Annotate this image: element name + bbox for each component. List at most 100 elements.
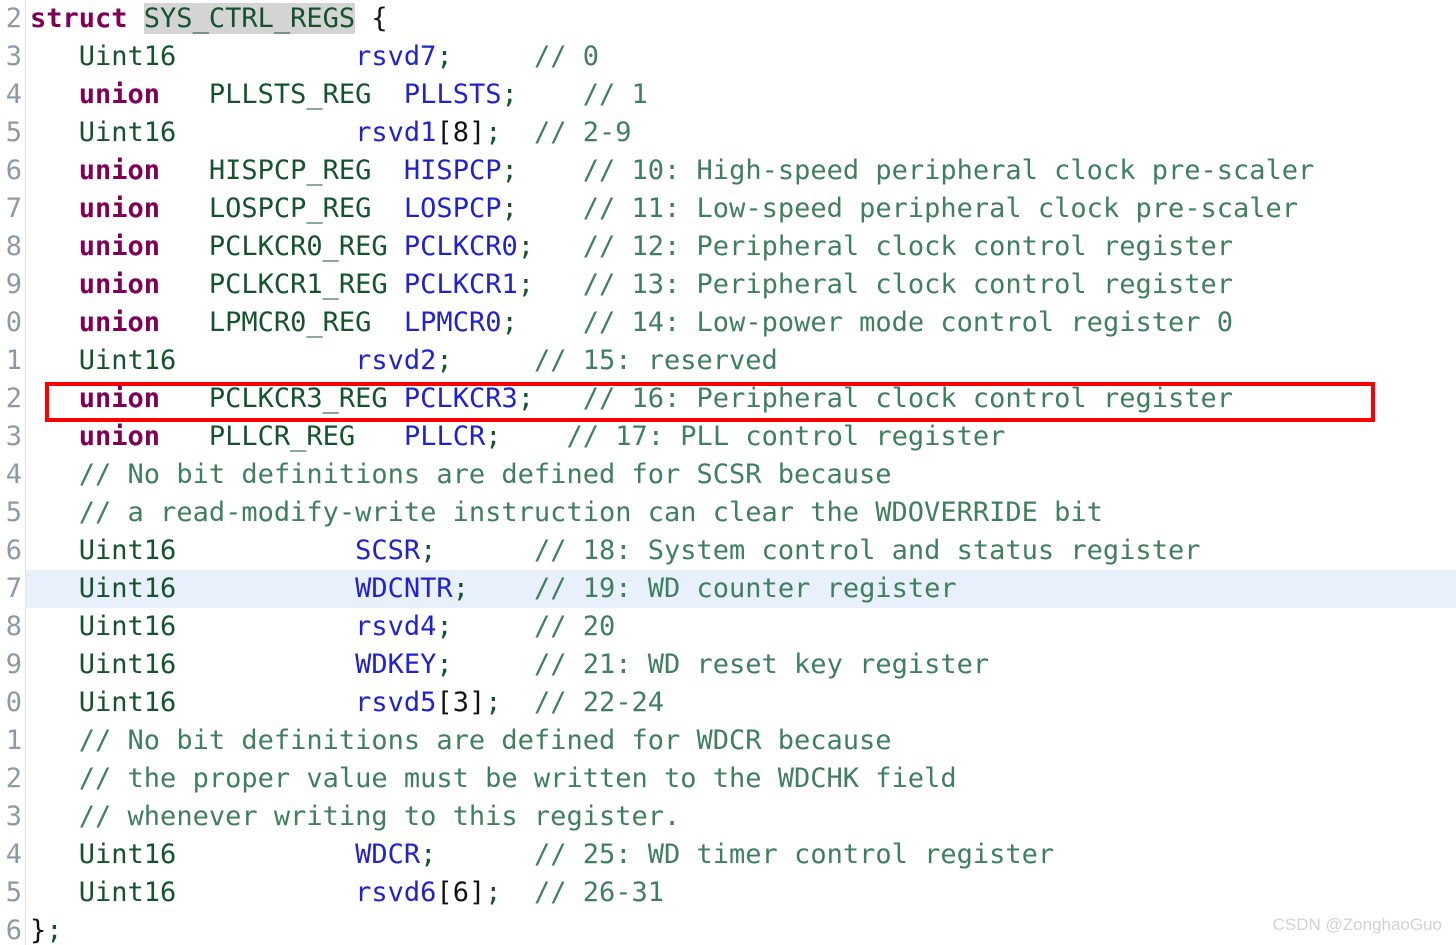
code-token: ] <box>468 877 486 908</box>
code-token: rsvd5 <box>355 687 437 718</box>
line-number-list[interactable]: 2 3 4 5 6 7 8 9 0 1 2 3 4 5 6 7 8 9 0 1 2 3 4 5 6 <box>0 0 26 945</box>
code-token: ; <box>46 915 63 945</box>
code-token: // 19: WD counter register <box>533 573 957 604</box>
line-number: 9 <box>5 649 22 680</box>
code-token: rsvd1 <box>355 117 437 148</box>
line-number: 1 <box>5 725 22 756</box>
code-line[interactable]: union LOSPCP_REG LOSPCP; // 11: Low-spee… <box>0 190 1456 228</box>
code-token: ; <box>485 421 502 452</box>
code-line[interactable]: union PCLKCR3_REG PCLKCR3; // 16: Periph… <box>0 380 1456 418</box>
code-line[interactable]: Uint16 rsvd2; // 15: reserved <box>0 342 1456 380</box>
code-token: // a read-modify-write instruction can c… <box>78 497 1103 528</box>
code-line[interactable]: }; <box>0 912 1456 945</box>
code-line[interactable]: union PCLKCR0_REG PCLKCR0; // 12: Periph… <box>0 228 1456 266</box>
line-number: 3 <box>5 421 22 452</box>
code-token: LOSPCP <box>403 193 502 224</box>
code-line[interactable]: struct SYS_CTRL_REGS { <box>0 0 1456 38</box>
line-number: 2 <box>5 3 22 34</box>
code-line[interactable]: Uint16 rsvd5[3]; // 22-24 <box>0 684 1456 722</box>
code-token: Uint16 <box>78 41 177 72</box>
code-line[interactable]: // whenever writing to this register. <box>0 798 1456 836</box>
code-token: PCLKCR3 <box>403 383 518 414</box>
line-number: 5 <box>5 497 22 528</box>
code-token: // 21: WD reset key register <box>533 649 990 680</box>
code-token: ; <box>485 117 502 148</box>
code-line[interactable]: Uint16 WDCNTR; // 19: WD counter registe… <box>0 570 1456 608</box>
code-line[interactable]: Uint16 rsvd1[8]; // 2-9 <box>0 114 1456 152</box>
code-line[interactable]: union HISPCP_REG HISPCP; // 10: High-spe… <box>0 152 1456 190</box>
code-token: SYS_CTRL_REGS <box>143 3 356 34</box>
code-line[interactable]: // No bit definitions are defined for WD… <box>0 722 1456 760</box>
code-token: Uint16 <box>78 573 177 604</box>
code-line[interactable]: Uint16 WDKEY; // 21: WD reset key regist… <box>0 646 1456 684</box>
code-token: ; <box>517 231 534 262</box>
line-number: 5 <box>5 877 22 908</box>
code-line[interactable]: // the proper value must be written to t… <box>0 760 1456 798</box>
code-token: Uint16 <box>78 877 177 908</box>
code-token: WDKEY <box>355 649 437 680</box>
code-token: PCLKCR0_REG <box>208 231 388 262</box>
code-token: // 18: System control and status registe… <box>533 535 1201 566</box>
code-token: LOSPCP_REG <box>208 193 372 224</box>
code-token: // 25: WD timer control register <box>533 839 1055 870</box>
code-editor[interactable]: struct SYS_CTRL_REGS { Uint16 rsvd7; // … <box>0 0 1456 945</box>
code-token: ; <box>436 611 453 642</box>
code-token: 3 <box>452 687 469 718</box>
code-token: ; <box>485 687 502 718</box>
code-token: // 15: reserved <box>533 345 778 376</box>
code-line[interactable]: Uint16 rsvd7; // 0 <box>0 38 1456 76</box>
code-token: 8 <box>452 117 469 148</box>
code-token: // 1 <box>582 79 648 110</box>
code-line[interactable]: union PCLKCR1_REG PCLKCR1; // 13: Periph… <box>0 266 1456 304</box>
code-line[interactable]: Uint16 rsvd4; // 20 <box>0 608 1456 646</box>
code-line[interactable]: // a read-modify-write instruction can c… <box>0 494 1456 532</box>
code-line[interactable]: union LPMCR0_REG LPMCR0; // 14: Low-powe… <box>0 304 1456 342</box>
code-line[interactable]: union PLLSTS_REG PLLSTS; // 1 <box>0 76 1456 114</box>
code-token: PLLSTS <box>403 79 502 110</box>
code-line[interactable]: Uint16 SCSR; // 18: System control and s… <box>0 532 1456 570</box>
code-content[interactable]: struct SYS_CTRL_REGS { Uint16 rsvd7; // … <box>0 0 1456 945</box>
code-token: PCLKCR0 <box>403 231 518 262</box>
line-number: 8 <box>5 611 22 642</box>
code-line[interactable]: // No bit definitions are defined for SC… <box>0 456 1456 494</box>
line-number: 1 <box>5 345 22 376</box>
code-token: // 14: Low-power mode control register 0 <box>582 307 1233 338</box>
code-token: ; <box>452 573 469 604</box>
code-token: // 17: PLL control register <box>566 421 1006 452</box>
code-line[interactable]: Uint16 WDCR; // 25: WD timer control reg… <box>0 836 1456 874</box>
code-token: // 20 <box>533 611 616 642</box>
code-token: union <box>78 79 161 110</box>
code-token: ; <box>485 877 502 908</box>
code-token: Uint16 <box>78 839 177 870</box>
code-token: [ <box>436 877 453 908</box>
code-line[interactable]: union PLLCR_REG PLLCR; // 17: PLL contro… <box>0 418 1456 456</box>
code-line[interactable]: Uint16 rsvd6[6]; // 26-31 <box>0 874 1456 912</box>
code-token: PCLKCR3_REG <box>208 383 388 414</box>
